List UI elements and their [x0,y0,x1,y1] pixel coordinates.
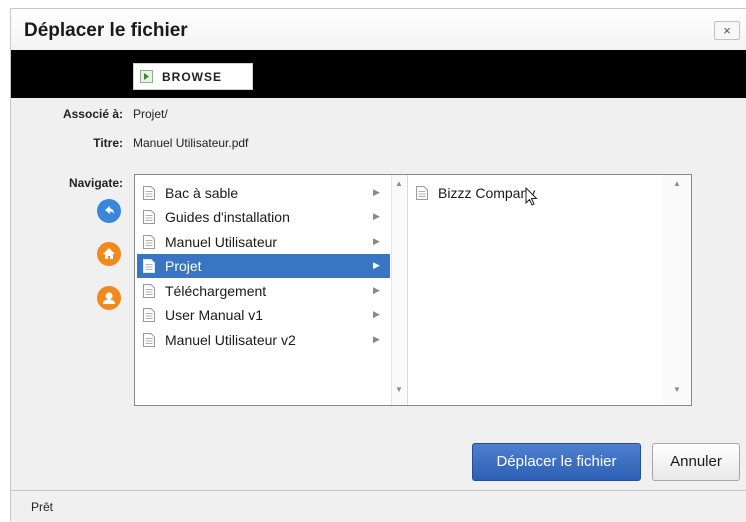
home-icon[interactable] [97,242,121,266]
document-icon [143,284,155,303]
folder-browser: Bac à sable ▶ Guides d'installation ▶ Ma… [134,174,692,406]
document-icon [143,210,155,229]
navigate-label: Navigate: [68,176,123,190]
scroll-down-arrow-icon[interactable]: ▼ [395,385,403,394]
close-button[interactable]: × [714,21,740,40]
browse-button[interactable]: BROWSE [133,63,253,90]
chevron-right-icon: ▶ [373,236,380,246]
scroll-up-arrow-icon[interactable]: ▲ [395,179,403,188]
folder-column-1: Bac à sable ▶ Guides d'installation ▶ Ma… [135,175,390,405]
move-file-button[interactable]: Déplacer le fichier [472,443,641,481]
chevron-right-icon: ▶ [373,187,380,197]
browse-icon [140,70,153,83]
folder-label: Manuel Utilisateur [165,234,278,250]
titre-value: Manuel Utilisateur.pdf [133,136,249,150]
column-1-scrollbar[interactable]: ▲ ▼ [391,175,406,405]
folder-label: Manuel Utilisateur v2 [165,332,296,348]
document-icon [143,186,155,205]
folder-row[interactable]: Manuel Utilisateur v2 ▶ [137,328,390,352]
associe-label: Associé à: [62,107,123,121]
chevron-right-icon: ▶ [373,309,380,319]
folder-row[interactable]: Bac à sable ▶ [137,181,390,205]
move-file-dialog: Déplacer le fichier × BROWSE Associé à: … [10,8,746,522]
folder-row[interactable]: User Manual v1 ▶ [137,303,390,327]
chevron-right-icon: ▶ [373,285,380,295]
document-icon [143,333,155,352]
chevron-right-icon: ▶ [373,334,380,344]
mouse-cursor-icon [525,187,538,206]
user-icon[interactable] [97,286,121,310]
chevron-right-icon: ▶ [373,211,380,221]
browse-label: BROWSE [162,70,222,84]
folder-row[interactable]: Guides d'installation ▶ [137,205,390,229]
folder-label: Projet [165,258,202,274]
scroll-down-arrow-icon[interactable]: ▼ [673,385,681,394]
dialog-title: Déplacer le fichier [24,20,188,41]
folder-label: Bac à sable [165,185,239,201]
folder-label: Guides d'installation [165,209,290,225]
associe-value: Projet/ [133,107,168,121]
cancel-button[interactable]: Annuler [652,443,740,481]
folder-label: Bizzz Company [438,185,536,201]
toolbar: BROWSE [11,50,746,98]
folder-row-selected[interactable]: Projet ▶ [137,254,390,278]
document-icon [143,308,155,327]
scroll-up-arrow-icon[interactable]: ▲ [673,179,681,188]
status-text: Prêt [31,500,54,514]
folder-label: User Manual v1 [165,307,264,323]
document-icon [143,259,155,278]
folder-label: Téléchargement [165,283,267,299]
close-icon: × [723,23,731,38]
folder-row[interactable]: Téléchargement ▶ [137,279,390,303]
column-2-scrollbar[interactable]: ▲ ▼ [663,175,691,405]
status-bar: Prêt [11,490,746,522]
chevron-right-icon: ▶ [373,260,380,270]
titre-label: Titre: [93,136,123,150]
document-icon [143,235,155,254]
folder-column-2: Bizzz Company [407,175,664,405]
folder-row[interactable]: Manuel Utilisateur ▶ [137,230,390,254]
dialog-titlebar: Déplacer le fichier × [11,9,746,49]
document-icon [416,186,428,205]
back-arrow-icon[interactable] [97,199,121,223]
